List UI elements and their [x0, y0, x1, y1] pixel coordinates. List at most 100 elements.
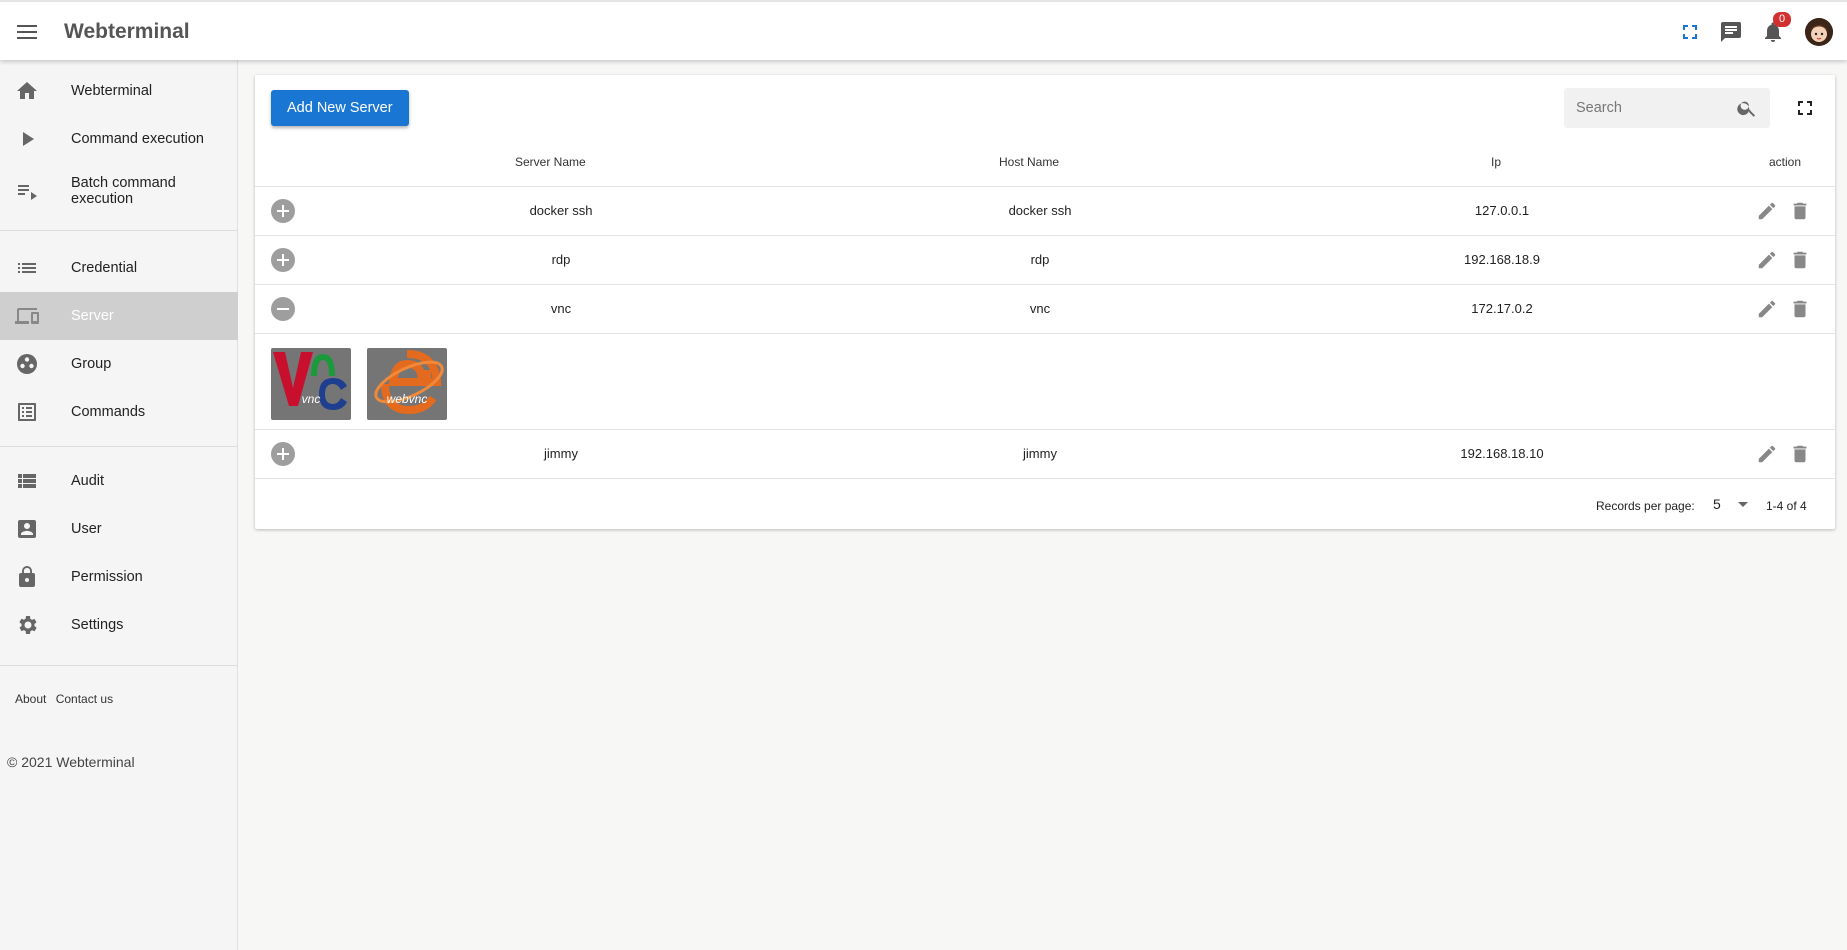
sidebar-item-webterminal[interactable]: Webterminal: [0, 67, 238, 115]
pagination-range: 1-4 of 4: [1766, 499, 1807, 513]
sidebar-item-audit[interactable]: Audit: [0, 457, 238, 505]
ip-cell: 192.168.18.9: [1464, 252, 1540, 267]
search-icon[interactable]: [1736, 97, 1758, 119]
sidebar-item-label: Settings: [71, 617, 124, 633]
sidebar-divider: [0, 230, 238, 231]
footer-links: About Contact us: [15, 692, 119, 706]
search-box[interactable]: [1564, 88, 1770, 128]
home-icon: [15, 79, 39, 103]
row-divider: [255, 284, 1835, 285]
sidebar-item-commands[interactable]: Commands: [0, 388, 238, 436]
sidebar-item-credential[interactable]: Credential: [0, 244, 238, 292]
sidebar-item-label: Server: [71, 308, 114, 324]
column-header-host-name[interactable]: Host Name: [999, 155, 1059, 169]
menu-icon[interactable]: [14, 19, 40, 45]
list-icon: [15, 256, 39, 280]
chat-icon[interactable]: [1719, 20, 1743, 44]
records-per-page-value: 5: [1713, 496, 1721, 512]
server-name-cell: vnc: [550, 301, 572, 316]
vnc-logo: [273, 352, 347, 410]
play-icon: [15, 127, 39, 151]
protocol-label: vnc: [301, 392, 321, 406]
sidebar-item-settings[interactable]: Settings: [0, 601, 238, 649]
row-divider: [255, 333, 1835, 334]
playlist-icon: [15, 179, 39, 203]
sidebar-item-group[interactable]: Group: [0, 340, 238, 388]
records-per-page-label: Records per page:: [1596, 499, 1695, 513]
sidebar-item-label: Audit: [71, 473, 105, 489]
devices-icon: [15, 304, 39, 328]
server-name-cell: docker ssh: [529, 203, 593, 218]
expand-icon[interactable]: [1793, 96, 1817, 120]
delete-icon[interactable]: [1789, 249, 1811, 271]
account-box-icon: [15, 517, 39, 541]
column-header-action: action: [1769, 155, 1802, 169]
search-input[interactable]: [1576, 98, 1726, 118]
list-box-icon: [15, 400, 39, 424]
sidebar-item-label: Commands: [71, 404, 146, 420]
sidebar-item-permission[interactable]: Permission: [0, 553, 238, 601]
sidebar-item-label: Batch command execution: [71, 175, 176, 207]
delete-icon[interactable]: [1789, 298, 1811, 320]
server-name-cell: jimmy: [544, 446, 578, 461]
protocol-label: webvnc: [386, 392, 428, 406]
notification-badge: 0: [1773, 12, 1791, 27]
records-per-page-select[interactable]: 5: [1711, 494, 1751, 516]
row-divider: [255, 235, 1835, 236]
top-app-bar: Webterminal 0: [0, 0, 1847, 60]
edit-icon[interactable]: [1756, 200, 1778, 222]
copyright: © 2021 Webterminal: [7, 754, 135, 770]
sidebar-item-server[interactable]: Server: [0, 292, 238, 340]
avatar[interactable]: [1805, 18, 1833, 46]
edit-icon[interactable]: [1756, 298, 1778, 320]
webvnc-protocol-button[interactable]: webvnc: [367, 348, 447, 420]
collapse-row-button[interactable]: [271, 297, 295, 321]
host-name-cell: jimmy: [1023, 446, 1057, 461]
edit-icon[interactable]: [1756, 443, 1778, 465]
server-name-cell: rdp: [551, 252, 571, 267]
sidebar-item-batch-command[interactable]: Batch command execution: [0, 163, 238, 219]
notifications-icon[interactable]: 0: [1761, 12, 1791, 44]
fullscreen-icon[interactable]: [1678, 20, 1702, 44]
chevron-down-icon: [1738, 502, 1748, 507]
host-name-cell: docker ssh: [1008, 203, 1072, 218]
gear-icon: [15, 613, 39, 637]
sidebar-divider: [0, 665, 238, 666]
contact-link[interactable]: Contact us: [56, 692, 113, 706]
sidebar-item-label: Group: [71, 356, 112, 372]
delete-icon[interactable]: [1789, 200, 1811, 222]
vnc-protocol-button[interactable]: vnc: [271, 348, 351, 420]
expand-row-button[interactable]: [271, 199, 295, 223]
column-header-server-name[interactable]: Server Name: [515, 155, 586, 169]
sidebar-item-label: Command execution: [71, 131, 204, 147]
sidebar-item-label: Credential: [71, 260, 138, 276]
lock-icon: [15, 565, 39, 589]
ip-cell: 127.0.0.1: [1474, 203, 1530, 218]
view-list-icon: [15, 469, 39, 493]
about-link[interactable]: About: [15, 692, 46, 706]
sidebar-item-user[interactable]: User: [0, 505, 238, 553]
app-title: Webterminal: [64, 20, 190, 43]
expand-row-button[interactable]: [271, 248, 295, 272]
sidebar-item-command-execution[interactable]: Command execution: [0, 115, 238, 163]
sidebar-item-label: Permission: [71, 569, 143, 585]
sidebar-item-label: User: [71, 521, 102, 537]
host-name-cell: vnc: [1029, 301, 1051, 316]
row-divider: [255, 478, 1835, 479]
webvnc-logo: [374, 350, 444, 415]
add-server-button[interactable]: Add New Server: [271, 90, 409, 126]
host-name-cell: rdp: [1030, 252, 1050, 267]
row-divider: [255, 186, 1835, 187]
expand-row-button[interactable]: [271, 442, 295, 466]
sidebar: Webterminal Command execution Batch comm…: [0, 60, 238, 950]
delete-icon[interactable]: [1789, 443, 1811, 465]
edit-icon[interactable]: [1756, 249, 1778, 271]
ip-cell: 172.17.0.2: [1471, 301, 1533, 316]
server-table-card: Add New Server Server Name Host Name Ip …: [255, 75, 1835, 529]
row-divider: [255, 429, 1835, 430]
sidebar-item-label: Webterminal: [71, 83, 153, 99]
ip-cell: 192.168.18.10: [1460, 446, 1544, 461]
group-icon: [15, 352, 39, 376]
column-header-ip[interactable]: Ip: [1491, 155, 1501, 169]
sidebar-divider: [0, 446, 238, 447]
